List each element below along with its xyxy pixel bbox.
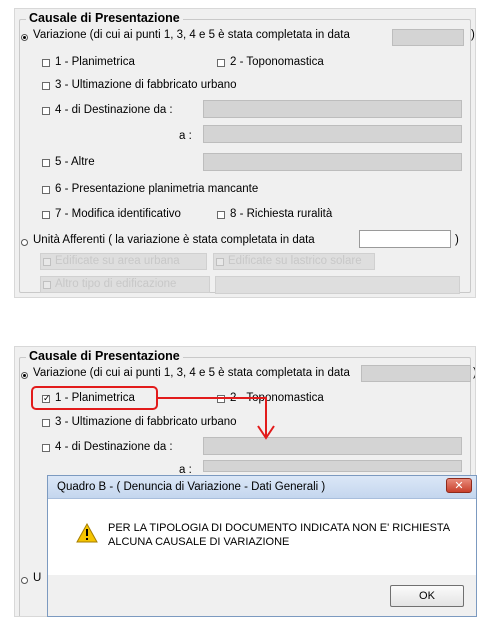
label-area-urbana: Edificate su area urbana: [55, 255, 180, 267]
variazione-radio-2[interactable]: [21, 372, 28, 379]
destinazione-da-field-2[interactable]: [203, 437, 462, 455]
label-planimetrica: 1 - Planimetrica: [55, 56, 135, 68]
checkbox-lastrico-solare[interactable]: [216, 258, 224, 266]
dialog-message: PER LA TIPOLOGIA DI DOCUMENTO INDICATA N…: [108, 521, 450, 549]
label-destinazione-2: 4 - di Destinazione da :: [55, 441, 173, 453]
checkbox-toponomastica[interactable]: [217, 59, 225, 67]
variazione-paren: ): [471, 29, 475, 41]
altre-field[interactable]: [203, 153, 462, 171]
label-planimetria-mancante: 6 - Presentazione planimetria mancante: [55, 183, 259, 195]
checkbox-ultimazione-2[interactable]: [42, 419, 50, 427]
label-altro-tipo: Altro tipo di edificazione: [55, 278, 177, 290]
checkbox-altro-tipo[interactable]: [43, 281, 51, 289]
checkbox-destinazione-2[interactable]: [42, 444, 50, 452]
variazione-paren-2: ): [473, 367, 475, 379]
checkbox-richiesta-ruralita[interactable]: [217, 211, 225, 219]
warning-icon: [76, 523, 98, 543]
unita-afferenti-radio-2[interactable]: [21, 577, 28, 584]
group-title: Causale di Presentazione: [26, 11, 183, 25]
message-line-2: ALCUNA CAUSALE DI VARIAZIONE: [108, 536, 290, 548]
label-ultimazione: 3 - Ultimazione di fabbricato urbano: [55, 79, 237, 91]
unita-paren: ): [455, 234, 459, 246]
message-line-1: PER LA TIPOLOGIA DI DOCUMENTO INDICATA N…: [108, 522, 451, 534]
variazione-label-2: Variazione (di cui ai punti 1, 3, 4 e 5 …: [33, 367, 350, 379]
variazione-date-field[interactable]: [392, 29, 464, 46]
label-altre: 5 - Altre: [55, 156, 95, 168]
dialog-title: Quadro B - ( Denuncia di Variazione - Da…: [57, 481, 326, 493]
destinazione-da-field[interactable]: [203, 100, 462, 118]
checkbox-planimetrica[interactable]: [42, 59, 50, 67]
checkbox-destinazione[interactable]: [42, 107, 50, 115]
dialog-footer: OK: [48, 575, 476, 616]
message-dialog: Quadro B - ( Denuncia di Variazione - Da…: [47, 475, 477, 617]
close-button[interactable]: ✕: [446, 478, 472, 493]
variazione-radio[interactable]: [21, 34, 28, 41]
causale-panel-top: Causale di Presentazione Variazione (di …: [14, 8, 476, 298]
destinazione-a-field-2[interactable]: [203, 460, 462, 472]
variazione-date-field-2[interactable]: [361, 365, 471, 382]
label-destinazione-a: a :: [179, 130, 192, 142]
destinazione-a-field[interactable]: [203, 125, 462, 143]
highlight-box: [31, 386, 158, 410]
label-modifica-identificativo: 7 - Modifica identificativo: [55, 208, 181, 220]
altro-tipo-field: [215, 276, 460, 294]
label-lastrico-solare: Edificate su lastrico solare: [228, 255, 362, 267]
label-toponomastica-2: 2 - Toponomastica: [230, 392, 324, 404]
checkbox-planimetria-mancante[interactable]: [42, 186, 50, 194]
dialog-titlebar[interactable]: Quadro B - ( Denuncia di Variazione - Da…: [48, 476, 476, 499]
variazione-label: Variazione (di cui ai punti 1, 3, 4 e 5 …: [33, 29, 350, 41]
unita-date-field[interactable]: [359, 230, 451, 248]
dialog-body: PER LA TIPOLOGIA DI DOCUMENTO INDICATA N…: [48, 499, 476, 575]
unita-partial-label: U: [33, 572, 42, 584]
checkbox-ultimazione[interactable]: [42, 82, 50, 90]
group-title-2: Causale di Presentazione: [26, 349, 183, 363]
checkbox-altre[interactable]: [42, 159, 50, 167]
label-toponomastica: 2 - Toponomastica: [230, 56, 324, 68]
unita-afferenti-label: Unità Afferenti ( la variazione è stata …: [33, 234, 315, 246]
unita-afferenti-radio[interactable]: [21, 239, 28, 246]
label-richiesta-ruralita: 8 - Richiesta ruralità: [230, 208, 333, 220]
close-icon: ✕: [454, 480, 464, 492]
checkbox-toponomastica-2[interactable]: [217, 395, 225, 403]
label-destinazione: 4 - di Destinazione da :: [55, 104, 173, 116]
ok-button[interactable]: OK: [390, 585, 464, 607]
label-ultimazione-2: 3 - Ultimazione di fabbricato urbano: [55, 416, 237, 428]
checkbox-area-urbana[interactable]: [43, 258, 51, 266]
checkbox-modifica-identificativo[interactable]: [42, 211, 50, 219]
